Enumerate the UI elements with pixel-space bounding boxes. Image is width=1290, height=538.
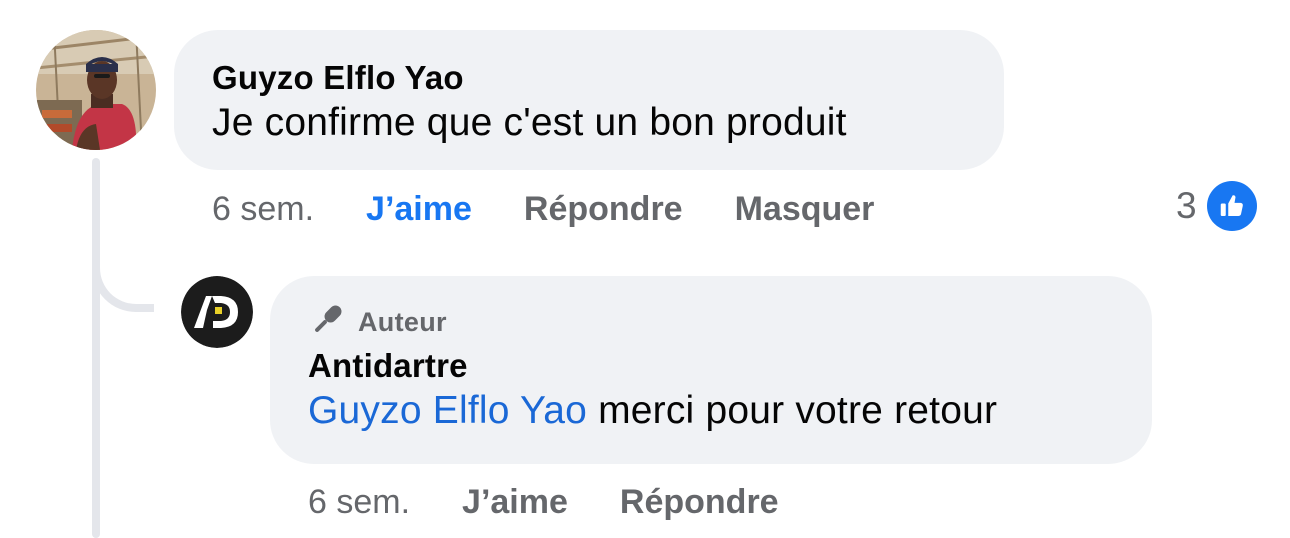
reactions-summary[interactable]: 3 xyxy=(1176,181,1257,231)
comment-timestamp[interactable]: 6 sem. xyxy=(212,190,314,229)
commenter-avatar[interactable] xyxy=(36,30,156,150)
reaction-count: 3 xyxy=(1176,185,1197,226)
reply-bubble: Auteur Antidartre Guyzo Elflo Yao merci … xyxy=(270,276,1152,464)
reply-button[interactable]: Répondre xyxy=(524,190,683,229)
mention-link[interactable]: Guyzo Elflo Yao xyxy=(308,389,587,432)
reply-timestamp[interactable]: 6 sem. xyxy=(308,483,410,522)
author-badge-label: Auteur xyxy=(358,306,447,337)
comment-author-name[interactable]: Guyzo Elflo Yao xyxy=(212,58,1004,98)
comment-actions: 6 sem. J’aime Répondre Masquer xyxy=(212,185,874,233)
reply-text: Guyzo Elflo Yao merci pour votre retour xyxy=(308,386,1152,436)
reply-author-name[interactable]: Antidartre xyxy=(308,346,1152,386)
microphone-icon xyxy=(308,302,346,343)
thread-connector xyxy=(92,250,154,312)
reply-message: merci pour votre retour xyxy=(587,389,998,432)
author-badge: Auteur xyxy=(308,302,1152,342)
like-thumb-icon xyxy=(1206,181,1257,231)
reply-like-button[interactable]: J’aime xyxy=(462,483,568,522)
comment-bubble: Guyzo Elflo Yao Je confirme que c'est un… xyxy=(174,30,1004,170)
thread-line xyxy=(92,158,100,538)
like-button[interactable]: J’aime xyxy=(366,190,472,229)
author-avatar[interactable] xyxy=(181,276,253,348)
reply-actions: 6 sem. J’aime Répondre xyxy=(308,478,779,526)
reply-reply-button[interactable]: Répondre xyxy=(620,483,779,522)
hide-button[interactable]: Masquer xyxy=(735,190,875,229)
comment-text: Je confirme que c'est un bon produit xyxy=(212,101,847,144)
